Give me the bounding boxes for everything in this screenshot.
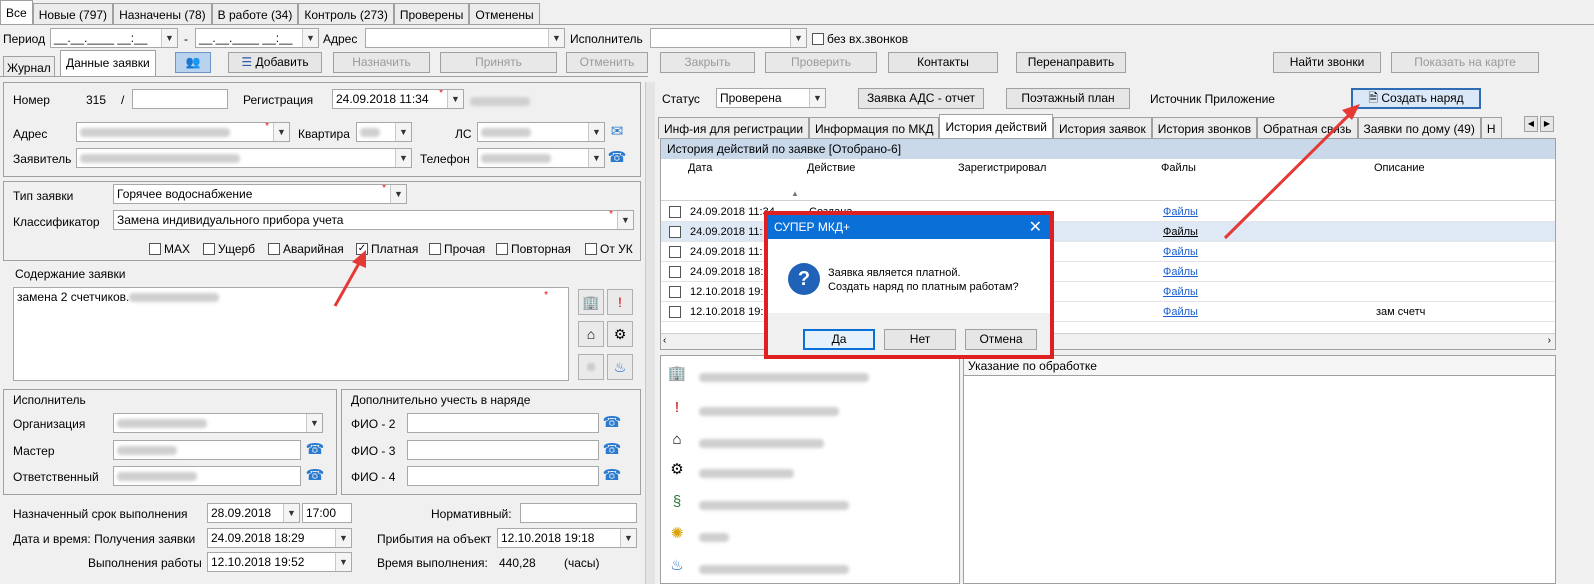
close-icon[interactable]: ✕ <box>1029 217 1042 237</box>
arrow-to-paid-checkbox <box>333 257 364 307</box>
yes-button[interactable]: Да <box>803 329 875 350</box>
no-button[interactable]: Нет <box>884 329 956 350</box>
dialog-title: СУПЕР МКД+ ✕ <box>768 215 1050 239</box>
cancel-dialog-button[interactable]: Отмена <box>965 329 1037 350</box>
dialog-title-text: СУПЕР МКД+ <box>774 220 850 234</box>
dialog-message-line1: Заявка является платной. <box>828 267 961 279</box>
question-icon: ? <box>788 263 820 295</box>
confirm-dialog: СУПЕР МКД+ ✕ ? Заявка является платной. С… <box>764 211 1054 359</box>
dialog-message-line2: Создать наряд по платным работам? <box>828 281 1019 293</box>
arrow-to-create-order <box>1223 110 1354 240</box>
